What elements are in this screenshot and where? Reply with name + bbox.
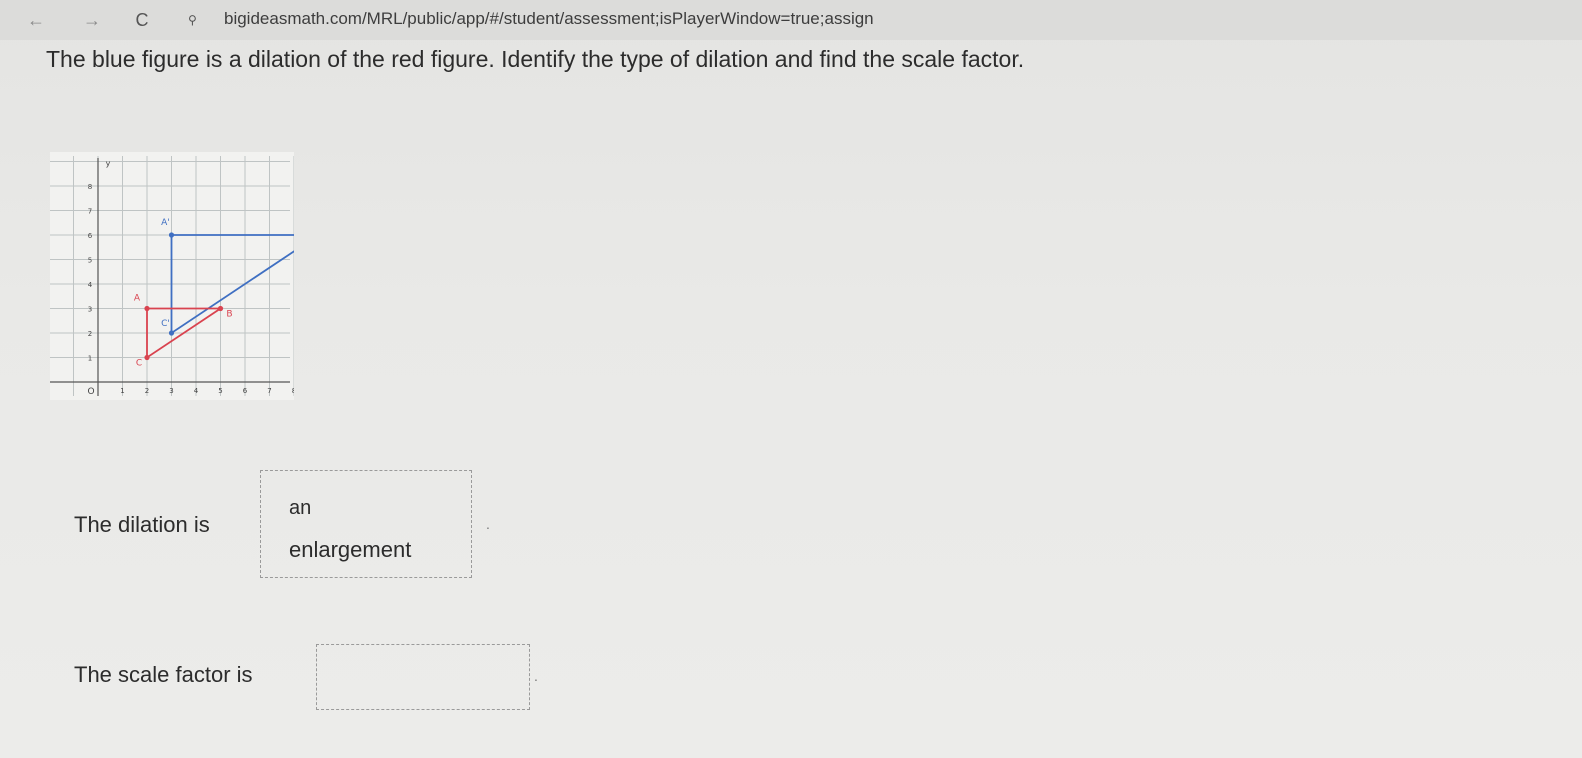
browser-toolbar: ← → C ⚲ bigideasmath.com/MRL/public/app/… [0, 0, 1582, 40]
y-tick-label: 7 [88, 208, 92, 216]
vertex-point [168, 232, 175, 238]
y-tick-label: 1 [88, 355, 92, 363]
vertex-point [168, 330, 175, 336]
address-bar[interactable]: bigideasmath.com/MRL/public/app/#/studen… [224, 9, 874, 29]
forward-arrow-icon[interactable]: → [80, 8, 104, 32]
scale-factor-prompt: The scale factor is [74, 662, 253, 687]
origin-label: O [87, 387, 94, 397]
dilation-choice-article: an [289, 497, 312, 519]
coordinate-graph: 1234567812345678OxyAA'BB'CC' [50, 152, 294, 400]
y-tick-label: 6 [88, 232, 93, 240]
red-vertex-label: C [136, 359, 142, 369]
sentence-period: . [486, 516, 490, 532]
y-tick-label: 4 [88, 281, 93, 289]
x-tick-label: 7 [267, 387, 271, 395]
vertex-point [217, 305, 224, 312]
y-tick-label: 8 [88, 183, 92, 191]
red-vertex-label: A [134, 294, 141, 304]
y-axis-label: y [106, 159, 111, 168]
x-tick-label: 3 [169, 387, 173, 395]
x-tick-label: 4 [194, 387, 199, 395]
sentence-period: . [534, 668, 538, 684]
x-tick-label: 1 [120, 387, 124, 395]
vertex-point [144, 354, 150, 361]
back-arrow-icon[interactable]: ← [24, 8, 48, 32]
blue-vertex-label: C' [161, 319, 170, 329]
question-text: The blue figure is a dilation of the red… [46, 46, 1025, 72]
dilation-prompt: The dilation is [74, 512, 210, 537]
x-tick-label: 5 [218, 387, 222, 395]
blue-vertex-label: A' [161, 218, 170, 228]
red-vertex-label: B [226, 310, 232, 320]
x-tick-label: 8 [292, 387, 294, 395]
reload-icon[interactable]: C [130, 8, 154, 32]
site-info-icon[interactable]: ⚲ [188, 13, 197, 27]
y-tick-label: 5 [88, 257, 92, 265]
dilation-type-dropdown[interactable]: an enlargement [260, 470, 472, 578]
scale-factor-input[interactable] [316, 644, 530, 710]
x-tick-label: 6 [243, 387, 248, 395]
dilation-choice-value: enlargement [289, 537, 412, 562]
x-tick-label: 2 [145, 387, 149, 395]
vertex-point [144, 305, 150, 312]
y-tick-label: 2 [88, 330, 92, 338]
y-tick-label: 3 [88, 306, 92, 314]
